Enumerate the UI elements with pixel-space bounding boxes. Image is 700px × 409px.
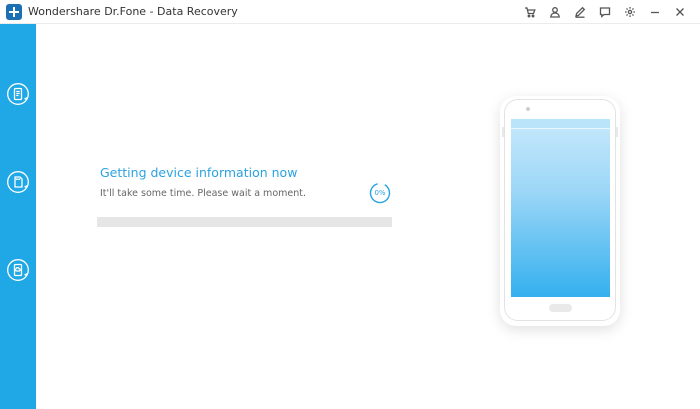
sidebar-item-icloud-recovery[interactable] xyxy=(0,252,36,288)
progress-percent: 0% xyxy=(374,189,386,197)
window-title: Wondershare Dr.Fone - Data Recovery xyxy=(28,5,238,18)
progress-bar xyxy=(97,217,392,227)
drfone-logo-icon xyxy=(6,4,22,20)
phone-screen xyxy=(511,119,610,297)
status-title: Getting device information now xyxy=(100,165,298,180)
phone-side-button-left xyxy=(502,127,504,137)
status-subtitle: It'll take some time. Please wait a mome… xyxy=(100,188,306,199)
sd-card-recovery-icon xyxy=(7,171,29,193)
icloud-backup-recovery-icon xyxy=(7,259,29,281)
sidebar-item-phone-recovery[interactable] xyxy=(0,76,36,112)
settings-icon[interactable] xyxy=(617,0,642,24)
title-bar-actions xyxy=(517,0,692,24)
user-icon[interactable] xyxy=(542,0,567,24)
edit-icon[interactable] xyxy=(567,0,592,24)
phone-recovery-icon xyxy=(7,83,29,105)
minimize-icon[interactable] xyxy=(642,0,667,24)
phone-camera xyxy=(526,107,530,111)
close-icon[interactable] xyxy=(667,0,692,24)
phone-home-button xyxy=(549,304,572,312)
phone-side-button-right xyxy=(616,127,618,137)
sidebar xyxy=(0,24,36,409)
cart-icon[interactable] xyxy=(517,0,542,24)
feedback-icon[interactable] xyxy=(592,0,617,24)
sidebar-item-sd-card-recovery[interactable] xyxy=(0,164,36,200)
title-bar: Wondershare Dr.Fone - Data Recovery xyxy=(0,0,700,24)
app-window: Wondershare Dr.Fone - Data Recovery Gett… xyxy=(0,0,700,409)
phone-status-bar xyxy=(511,119,610,129)
